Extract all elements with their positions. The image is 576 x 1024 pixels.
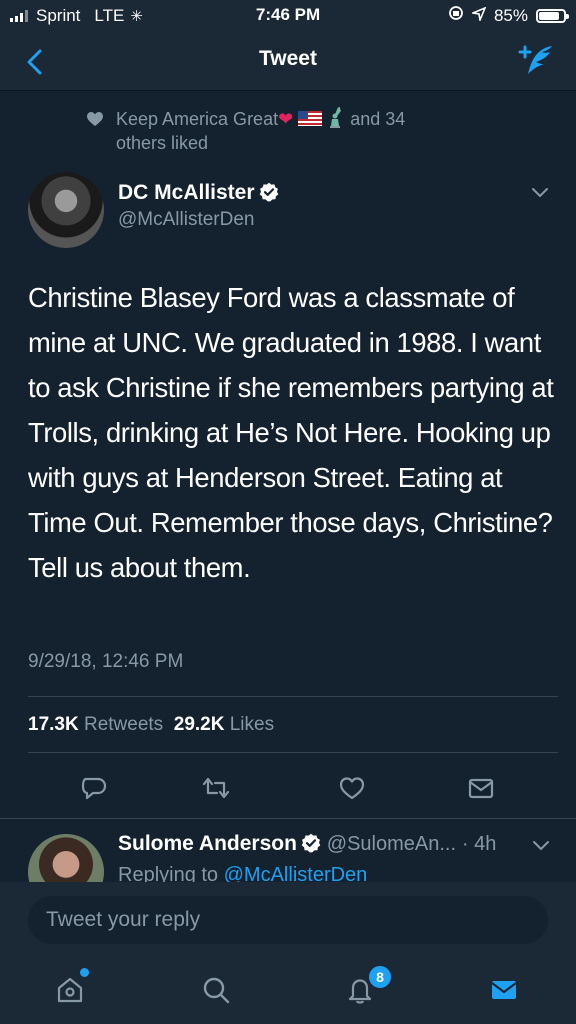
retweets-count: 17.3K <box>28 714 79 735</box>
verified-badge-icon <box>301 833 321 853</box>
location-icon <box>470 6 487 26</box>
reply-more-chevron-down-icon[interactable] <box>532 840 550 852</box>
tweet-timestamp: 9/29/18, 12:46 PM <box>28 651 184 672</box>
reply-icon[interactable] <box>80 774 108 802</box>
author-handle[interactable]: @McAllisterDen <box>118 209 254 231</box>
retweets-label: Retweets <box>83 714 164 735</box>
author-display-name: DC McAllister <box>118 181 255 204</box>
likes-stat[interactable]: 29.2K Likes <box>174 714 274 735</box>
divider <box>28 696 558 697</box>
like-heart-icon[interactable] <box>338 774 366 802</box>
reply-input[interactable] <box>28 896 548 944</box>
liked-by-suffix: others liked <box>116 133 209 153</box>
more-options-chevron-down-icon[interactable] <box>530 186 550 200</box>
compose-feather-icon <box>518 45 552 74</box>
battery-icon <box>536 8 569 23</box>
direct-message-envelope-icon[interactable] <box>467 774 495 802</box>
search-icon <box>203 977 230 1004</box>
divider <box>28 752 558 753</box>
liked-by-name: Keep America Great <box>116 109 279 129</box>
messages-envelope-icon <box>491 981 517 999</box>
author-avatar[interactable] <box>28 172 104 248</box>
rotation-lock-icon <box>448 5 464 26</box>
divider <box>0 818 576 819</box>
home-unread-dot <box>80 968 89 977</box>
verified-badge-icon <box>259 182 278 202</box>
compose-tweet-button[interactable] <box>514 40 558 84</box>
liked-by-others: and 34 <box>350 109 406 129</box>
likes-count: 29.2K <box>173 714 225 735</box>
likes-label: Likes <box>229 714 275 735</box>
home-icon <box>57 977 83 1003</box>
reply-handle: @SulomeAn... <box>326 833 457 855</box>
notifications-badge: 8 <box>367 964 393 990</box>
reply-display-name: Sulome Anderson <box>118 832 297 855</box>
nav-bar: Tweet <box>0 32 576 91</box>
heart-icon <box>87 112 103 126</box>
tab-messages[interactable] <box>484 970 524 1010</box>
reply-time: · 4h <box>461 833 497 855</box>
reply-author-row[interactable]: Sulome Anderson @SulomeAn... · 4h <box>118 832 496 856</box>
retweet-icon[interactable] <box>202 774 230 802</box>
page-title: Tweet <box>259 47 317 70</box>
status-bar: Sprint LTE ✳ 7:46 PM 85% <box>0 0 576 32</box>
us-flag-emoji-icon <box>298 111 323 126</box>
red-heart-emoji-icon: ❤ <box>278 109 294 129</box>
social-context-liked[interactable]: Keep America Great❤ and 34 others liked <box>86 106 466 155</box>
battery-percent: 85% <box>493 5 528 25</box>
statue-of-liberty-emoji-icon <box>330 106 342 128</box>
author-name-row[interactable]: DC McAllister <box>118 181 279 205</box>
tab-search[interactable] <box>196 970 236 1010</box>
tweet-stats: 17.3K Retweets 29.2K Likes <box>28 714 274 736</box>
tweet-text: Christine Blasey Ford was a classmate of… <box>28 282 554 583</box>
retweets-stat[interactable]: 17.3K Retweets <box>28 714 163 735</box>
tweet-actions <box>0 770 576 810</box>
